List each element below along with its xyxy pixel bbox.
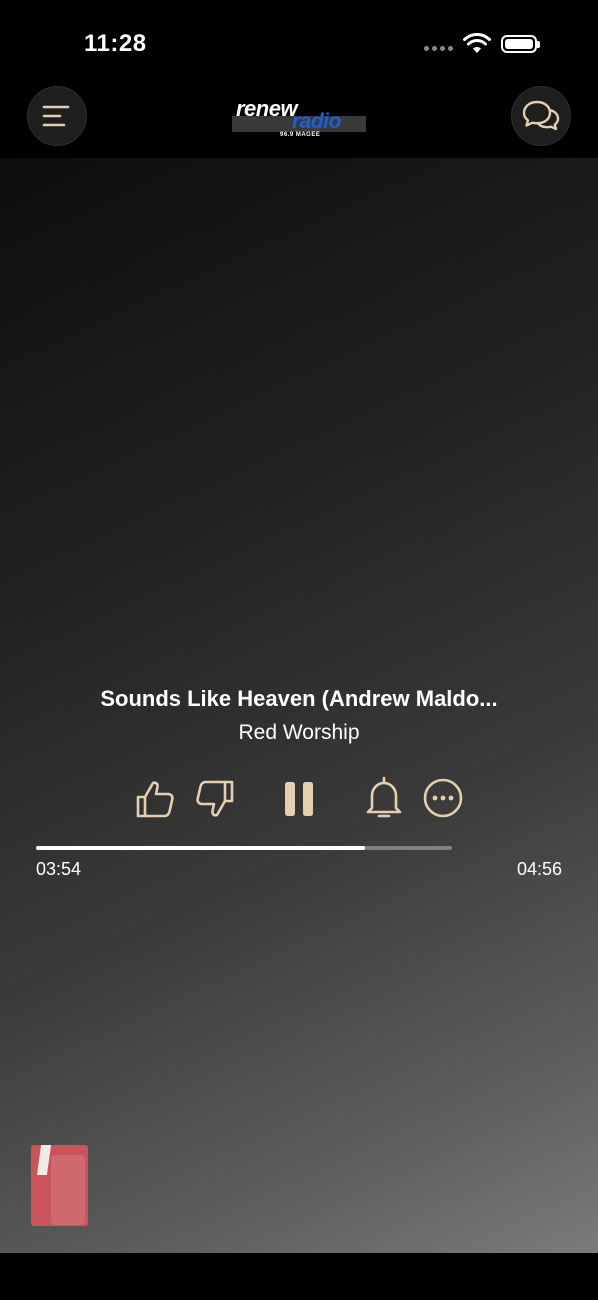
elapsed-time: 03:54 xyxy=(36,859,82,879)
menu-button[interactable] xyxy=(27,86,87,146)
thumbs-down-icon xyxy=(196,780,234,817)
hamburger-menu-icon xyxy=(42,105,70,127)
cellular-signal-icon xyxy=(424,46,453,51)
album-art-detail xyxy=(36,1145,52,1175)
bottom-bar xyxy=(0,1253,598,1300)
more-icon xyxy=(423,778,463,818)
station-logo: renew radio 96.9 MAGEE xyxy=(232,96,368,142)
thumbs-up-icon xyxy=(136,781,174,818)
pause-icon xyxy=(285,782,313,816)
notify-button[interactable] xyxy=(362,774,406,822)
status-time: 11:28 xyxy=(84,30,147,57)
logo-word-renew: renew xyxy=(236,96,298,121)
logo-subtitle: 96.9 MAGEE xyxy=(280,132,321,138)
dislike-button[interactable] xyxy=(192,776,238,822)
progress-fill xyxy=(36,846,365,850)
app-screen: 11:28 renew radio 96.9 MAGEE Sounds Like… xyxy=(0,0,598,1300)
progress-bar[interactable] xyxy=(36,846,452,850)
chat-button[interactable] xyxy=(511,86,571,146)
more-options-button[interactable] xyxy=(421,776,465,820)
bell-icon xyxy=(366,776,402,818)
chat-bubbles-icon xyxy=(522,100,560,131)
app-header: renew radio 96.9 MAGEE xyxy=(0,86,598,158)
album-art-detail xyxy=(51,1155,85,1225)
status-bar: 11:28 xyxy=(0,0,598,86)
total-time: 04:56 xyxy=(516,859,562,879)
like-button[interactable] xyxy=(132,776,178,822)
album-art-thumbnail[interactable] xyxy=(31,1145,88,1226)
logo-word-radio: radio xyxy=(292,110,341,133)
wifi-icon xyxy=(463,33,491,53)
track-artist: Red Worship xyxy=(238,721,360,744)
now-playing-area: Sounds Like Heaven (Andrew Maldo... Red … xyxy=(0,158,598,1253)
battery-icon xyxy=(501,35,540,53)
pause-button[interactable] xyxy=(278,776,320,822)
track-title: Sounds Like Heaven (Andrew Maldo... xyxy=(100,686,498,711)
